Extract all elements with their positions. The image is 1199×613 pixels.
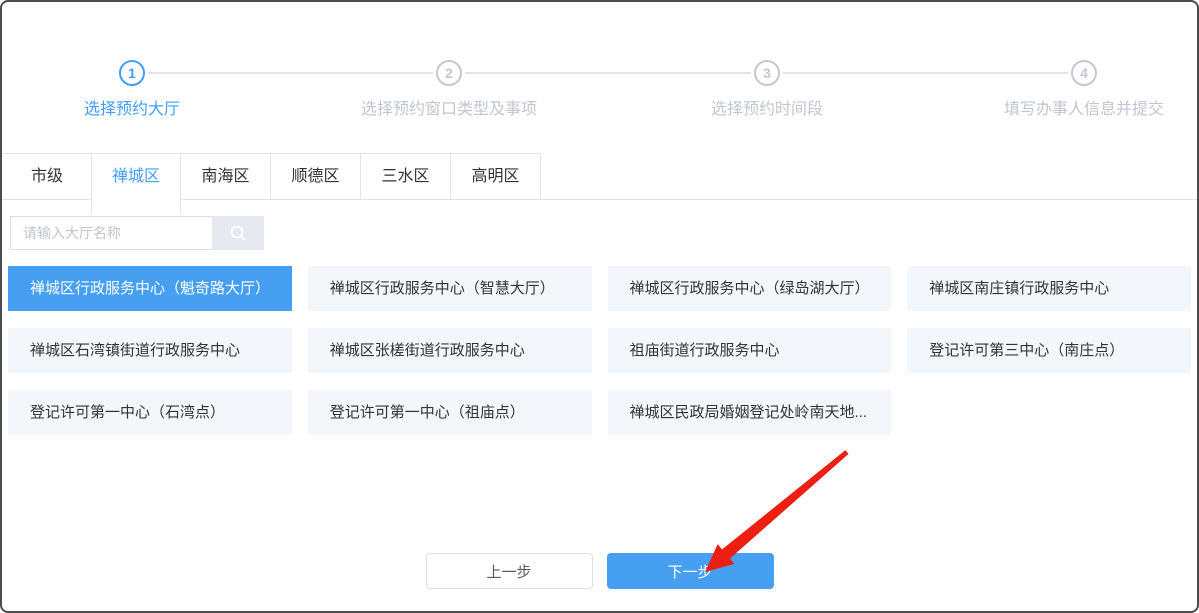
step-number-badge: 4 <box>1071 60 1097 86</box>
tab-gaoming[interactable]: 高明区 <box>451 153 541 199</box>
step-fill-info-submit: 4 填写办事人信息并提交 <box>1004 60 1164 119</box>
step-select-hall: 1 选择预约大厅 <box>84 60 180 119</box>
hall-item[interactable]: 禅城区南庄镇行政服务中心 <box>907 266 1191 311</box>
step-label: 填写办事人信息并提交 <box>1004 95 1164 119</box>
tab-city-level[interactable]: 市级 <box>2 153 92 199</box>
hall-item[interactable]: 禅城区行政服务中心（智慧大厅） <box>308 266 592 311</box>
hall-search <box>10 216 1189 250</box>
hall-search-input[interactable] <box>10 216 212 250</box>
hall-item[interactable]: 登记许可第一中心（祖庙点） <box>308 390 592 435</box>
hall-item[interactable]: 禅城区行政服务中心（绿岛湖大厅） <box>608 266 892 311</box>
step-number-badge: 1 <box>119 60 145 86</box>
stepper: 1 选择预约大厅 2 选择预约窗口类型及事项 3 选择预约时间段 4 填写办事人… <box>2 2 1197 153</box>
hall-item[interactable]: 禅城区张槎街道行政服务中心 <box>308 328 592 373</box>
tab-shunde[interactable]: 顺德区 <box>271 153 361 199</box>
tab-chancheng[interactable]: 禅城区 <box>91 153 181 214</box>
hall-item[interactable]: 登记许可第三中心（南庄点） <box>907 328 1191 373</box>
step-label: 选择预约大厅 <box>84 95 180 119</box>
district-tabs: 市级 禅城区 南海区 顺德区 三水区 高明区 <box>2 153 1197 215</box>
step-number-badge: 3 <box>754 60 780 86</box>
search-icon <box>228 223 248 243</box>
hall-grid: 禅城区行政服务中心（魁奇路大厅） 禅城区行政服务中心（智慧大厅） 禅城区行政服务… <box>8 266 1191 435</box>
step-label: 选择预约时间段 <box>711 95 823 119</box>
step-label: 选择预约窗口类型及事项 <box>361 95 537 119</box>
prev-step-button[interactable]: 上一步 <box>426 553 593 589</box>
next-step-button[interactable]: 下一步 <box>607 553 774 589</box>
hall-item[interactable]: 禅城区民政局婚姻登记处岭南天地... <box>608 390 892 435</box>
wizard-footer: 上一步 下一步 <box>2 553 1197 589</box>
hall-item[interactable]: 禅城区行政服务中心（魁奇路大厅） <box>8 266 292 311</box>
step-select-window-type: 2 选择预约窗口类型及事项 <box>361 60 537 119</box>
hall-item[interactable]: 祖庙街道行政服务中心 <box>608 328 892 373</box>
step-select-time-slot: 3 选择预约时间段 <box>711 60 823 119</box>
tab-sanshui[interactable]: 三水区 <box>361 153 451 199</box>
tab-nanhai[interactable]: 南海区 <box>181 153 271 199</box>
search-button[interactable] <box>212 216 264 250</box>
step-number-badge: 2 <box>436 60 462 86</box>
district-tabbar: 市级 禅城区 南海区 顺德区 三水区 高明区 <box>2 153 1197 200</box>
hall-item[interactable]: 禅城区石湾镇街道行政服务中心 <box>8 328 292 373</box>
hall-item[interactable]: 登记许可第一中心（石湾点） <box>8 390 292 435</box>
appointment-wizard-panel: 1 选择预约大厅 2 选择预约窗口类型及事项 3 选择预约时间段 4 填写办事人… <box>0 0 1199 613</box>
